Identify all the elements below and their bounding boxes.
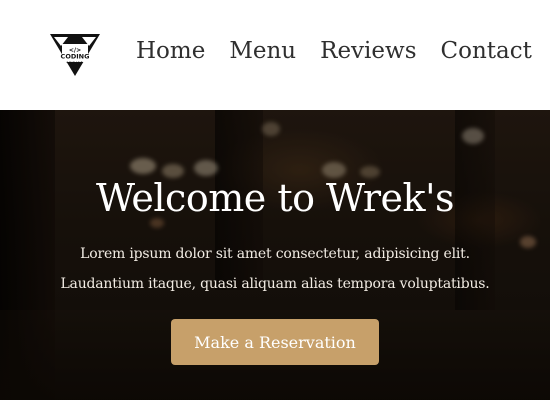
hero-section: Welcome to Wrek's Lorem ipsum dolor sit … xyxy=(0,110,550,400)
navbar: </> CODING ADDICT Home Menu Reviews Cont… xyxy=(0,0,550,110)
logo[interactable]: </> CODING ADDICT xyxy=(48,32,102,78)
logo-icon: </> CODING ADDICT xyxy=(50,34,100,76)
page: </> CODING ADDICT Home Menu Reviews Cont… xyxy=(0,0,550,400)
make-reservation-button[interactable]: Make a Reservation xyxy=(171,319,379,365)
nav-contact-link[interactable]: Contact xyxy=(441,38,532,64)
nav-reviews-link[interactable]: Reviews xyxy=(320,38,416,64)
main-nav: Home Menu Reviews Contact xyxy=(136,38,532,64)
logo-subtext: ADDICT xyxy=(66,60,83,64)
hero-description-line1: Lorem ipsum dolor sit amet consectetur, … xyxy=(80,246,470,262)
hero-title: Welcome to Wrek's xyxy=(95,176,455,220)
nav-home-link[interactable]: Home xyxy=(136,38,205,64)
hero-description-line2: Laudantium itaque, quasi aliquam alias t… xyxy=(60,276,490,292)
nav-menu-link[interactable]: Menu xyxy=(229,38,296,64)
logo-text: CODING xyxy=(61,53,90,61)
